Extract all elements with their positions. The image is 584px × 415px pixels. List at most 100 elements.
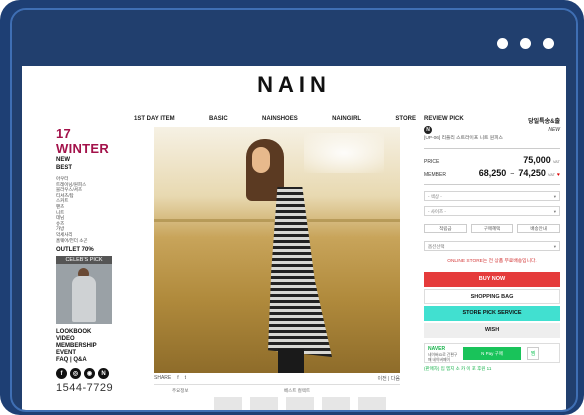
- celeb-pick-label: CELEB'S PICK: [56, 256, 112, 265]
- chevron-down-icon: ▾: [553, 244, 556, 249]
- thumb-label: 주요정보: [172, 388, 189, 393]
- sidebar-item-best[interactable]: BEST: [56, 164, 126, 172]
- sidebar-links: LOOKBOOK VIDEO MEMBERSHIP EVENT FAQ | Q&…: [56, 329, 126, 364]
- top-nav-right: REVIEW PICK 당일특송&출: [424, 116, 560, 125]
- divider: [424, 148, 560, 149]
- sidebar-link-faq-qa[interactable]: FAQ | Q&A: [56, 357, 126, 364]
- thumbnail[interactable]: [286, 397, 314, 410]
- sidebar-item-new[interactable]: NEW: [56, 156, 126, 164]
- thumbnail[interactable]: [358, 397, 386, 410]
- nav-item-naingirl[interactable]: NAINGIRL: [332, 116, 361, 122]
- price-value: 75,000: [523, 155, 551, 165]
- site-logo[interactable]: NAIN: [22, 72, 566, 98]
- chevron-down-icon: ▾: [553, 209, 556, 214]
- member-price-to: 74,250: [518, 168, 546, 178]
- model-legs: [278, 349, 304, 373]
- thumbnail[interactable]: [250, 397, 278, 410]
- color-select-value: - 색상 -: [428, 194, 442, 199]
- nav-item-store[interactable]: STORE: [395, 116, 416, 122]
- product-panel: N NEW [UP-06] 리플리 스트라이프 니트 원피스 PRICE 75,…: [424, 126, 561, 372]
- phone-number: 1544-7729: [56, 382, 114, 395]
- free-shipping-note: ONLINE STORE는 전 상품 무료배송입니다.: [447, 259, 537, 264]
- brand-badge-icon: N: [424, 126, 432, 134]
- nav-item-nainshoes[interactable]: NAINSHOES: [262, 116, 298, 122]
- window-inner: NAIN 1ST DAY ITEM BASIC NAINSHOES NAINGI…: [10, 8, 578, 412]
- buy-now-button[interactable]: BUY NOW: [424, 272, 560, 287]
- sidebar-link-event[interactable]: EVENT: [56, 350, 126, 357]
- instagram-icon[interactable]: ◎: [70, 368, 81, 380]
- top-nav: 1ST DAY ITEM BASIC NAINSHOES NAINGIRL ST…: [134, 116, 416, 122]
- category-list: 아우터 트레이닝/원피스 블라우스/셔츠 티셔츠/탑 스커트 팬츠 니트 데님 …: [56, 176, 126, 243]
- vat-label: VAT: [552, 159, 560, 164]
- category-item[interactable]: 홈웨어/언더 소곤: [56, 238, 126, 244]
- window-controls: [497, 38, 554, 49]
- naver-icon[interactable]: N: [98, 368, 109, 380]
- naver-pay-box: NAVER 네이버ID로 간편구매 네이버페이 N Pay 구매 찜: [424, 343, 560, 363]
- page-viewport: NAIN 1ST DAY ITEM BASIC NAINSHOES NAINGI…: [22, 66, 566, 410]
- thumbnail[interactable]: [214, 397, 242, 410]
- twitter-share-icon[interactable]: t: [185, 375, 186, 381]
- naver-pay-button[interactable]: N Pay 구매: [463, 347, 521, 360]
- title-bar: [12, 10, 576, 66]
- option-select-value: 옵션선택: [428, 244, 445, 249]
- price-label: PRICE: [424, 159, 440, 165]
- pager[interactable]: 이전 | 다음: [378, 375, 400, 382]
- product-photo[interactable]: [154, 127, 400, 373]
- sidebar-item-outlet[interactable]: OUTLET 70%: [56, 247, 126, 253]
- model-striped-dress: [268, 187, 332, 357]
- window-dot-icon[interactable]: [543, 38, 554, 49]
- social-icons: f ◎ ◉ N: [56, 368, 126, 380]
- price-row: PRICE 75,000 VAT: [424, 155, 560, 165]
- naver-footnote: (판매자) 입 엠지 소 카 이 포 후원 11: [424, 366, 492, 371]
- sidebar-link-lookbook[interactable]: LOOKBOOK: [56, 329, 126, 336]
- sidebar: 17 WINTER NEW BEST 아우터 트레이닝/원피스 블라우스/셔츠 …: [56, 126, 126, 394]
- talk-icon[interactable]: ◉: [84, 368, 95, 380]
- facebook-icon[interactable]: f: [56, 368, 67, 380]
- facebook-share-icon[interactable]: f: [177, 375, 178, 381]
- nav-item-1st-day[interactable]: 1ST DAY ITEM: [134, 116, 175, 122]
- member-label: MEMBER: [424, 172, 446, 178]
- window-dot-icon[interactable]: [497, 38, 508, 49]
- model-face: [252, 147, 270, 173]
- sidebar-link-video[interactable]: VIDEO: [56, 336, 126, 343]
- info-buttons: 적립금 구매혜택 배송안내: [424, 224, 561, 233]
- option-select[interactable]: 옵션선택 ▾: [424, 241, 560, 251]
- color-select[interactable]: - 색상 - ▾: [424, 191, 560, 201]
- thumbnail[interactable]: [322, 397, 350, 410]
- share-row: SHARE f t 이전 | 다음: [154, 373, 400, 383]
- store-pick-button[interactable]: STORE PICK SERVICE: [424, 306, 560, 321]
- new-tag: NEW: [548, 127, 560, 133]
- shopping-bag-button[interactable]: SHOPPING BAG: [424, 289, 560, 304]
- celeb-pick-banner[interactable]: CELEB'S PICK: [56, 256, 112, 325]
- shipping-info-button[interactable]: 배송안내: [517, 224, 561, 233]
- product-name: [UP-06] 리플리 스트라이프 니트 원피스: [424, 136, 503, 141]
- member-price-from: 68,250: [478, 168, 507, 178]
- season-title[interactable]: 17 WINTER: [56, 126, 126, 156]
- wish-button[interactable]: WISH: [424, 323, 560, 338]
- naver-logo: NAVER: [428, 346, 446, 352]
- size-select-value: - 사이즈 -: [428, 209, 446, 214]
- window-frame: NAIN 1ST DAY ITEM BASIC NAINSHOES NAINGI…: [0, 0, 584, 415]
- sidebar-link-membership[interactable]: MEMBERSHIP: [56, 343, 126, 350]
- naver-text: 네이버ID로 간편구매 네이버페이: [428, 353, 458, 362]
- vat-label: VAT: [547, 172, 556, 177]
- share-label[interactable]: SHARE: [154, 375, 171, 381]
- benefits-button[interactable]: 구매혜택: [470, 224, 514, 233]
- naver-wish-button[interactable]: 찜: [527, 347, 539, 360]
- nav-item-review-pick[interactable]: REVIEW PICK: [424, 116, 464, 125]
- divider: [424, 184, 560, 185]
- thumbnail-bar: 주요정보 베스트 컬렉트: [154, 384, 400, 410]
- size-select[interactable]: - 사이즈 - ▾: [424, 206, 560, 216]
- product-header: N NEW: [424, 126, 560, 134]
- thumb-label: 베스트 컬렉트: [284, 388, 311, 393]
- photo-sunlight: [304, 133, 384, 173]
- member-price-row: MEMBER 68,250 ~ 74,250 VAT ♥: [424, 168, 560, 178]
- nav-item-same-day[interactable]: 당일특송&출: [528, 116, 560, 125]
- chevron-down-icon: ▾: [553, 194, 556, 199]
- window-dot-icon[interactable]: [520, 38, 531, 49]
- nav-item-basic[interactable]: BASIC: [209, 116, 228, 122]
- points-button[interactable]: 적립금: [424, 224, 467, 233]
- arrow-icon: ~: [510, 171, 515, 178]
- celeb-figure-coat: [72, 276, 96, 323]
- heart-icon[interactable]: ♥: [557, 172, 560, 178]
